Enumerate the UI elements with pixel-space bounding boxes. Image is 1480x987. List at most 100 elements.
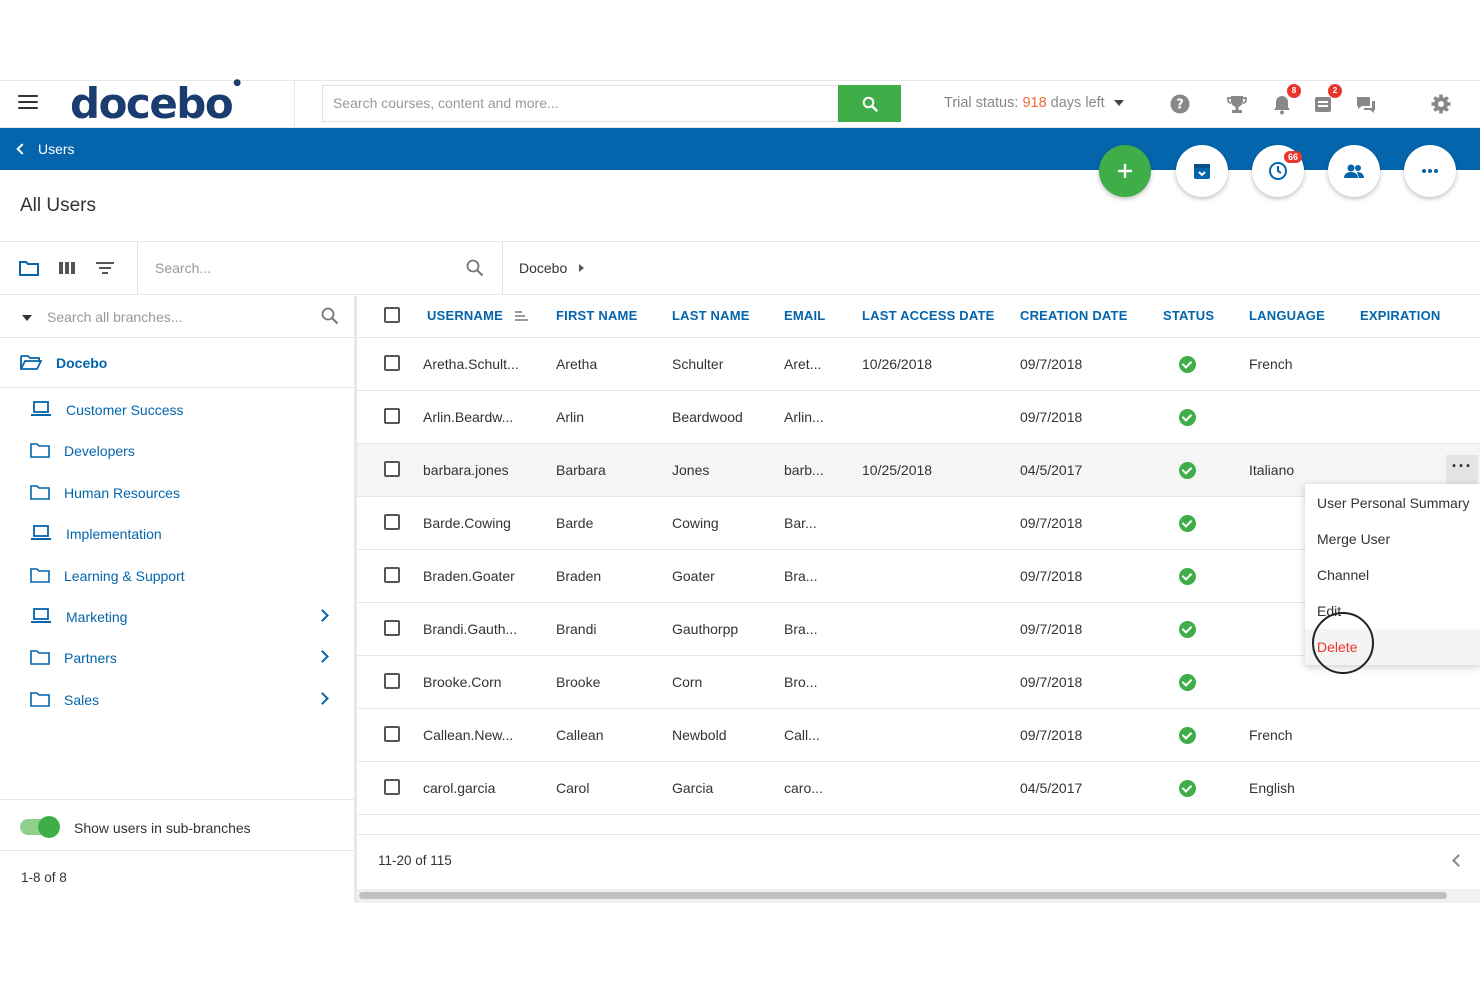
branch-search-input[interactable]: Search all branches...	[47, 309, 182, 325]
help-icon[interactable]: ?	[1169, 93, 1191, 115]
gear-icon[interactable]	[1430, 93, 1452, 115]
chat-icon[interactable]	[1355, 93, 1377, 115]
row-actions-button[interactable]: ···	[1446, 455, 1478, 485]
row-checkbox[interactable]	[384, 779, 400, 795]
cell-username[interactable]: Barde.Cowing	[423, 515, 511, 531]
menu-icon[interactable]	[18, 95, 38, 111]
row-checkbox[interactable]	[384, 673, 400, 689]
horizontal-scrollbar[interactable]	[357, 889, 1480, 903]
table-row[interactable]: Aretha.Schult... Aretha Schulter Aret...…	[357, 338, 1480, 391]
branch-item-label: Human Resources	[64, 485, 180, 501]
column-header-last-name[interactable]: LAST NAME	[672, 308, 750, 323]
row-checkbox[interactable]	[384, 567, 400, 583]
filter-icon[interactable]	[95, 259, 115, 277]
row-checkbox[interactable]	[384, 461, 400, 477]
cell-username[interactable]: Aretha.Schult...	[423, 356, 519, 372]
branch-item-learning-support[interactable]: Learning & Support	[0, 556, 354, 596]
column-header-first-name[interactable]: FIRST NAME	[556, 308, 637, 323]
trophy-icon[interactable]	[1226, 93, 1248, 115]
chevron-left-icon[interactable]	[1452, 854, 1465, 867]
trial-status-dropdown[interactable]: Trial status: 918 days left	[944, 95, 1124, 111]
column-header-email[interactable]: EMAIL	[784, 308, 825, 323]
cell-creation-date: 09/7/2018	[1020, 409, 1083, 425]
breadcrumb[interactable]: Docebo	[519, 260, 585, 276]
cell-username[interactable]: Arlin.Beardw...	[423, 409, 513, 425]
column-header-username[interactable]: USERNAME	[427, 308, 529, 323]
column-header-status[interactable]: STATUS	[1163, 308, 1214, 323]
row-checkbox[interactable]	[384, 355, 400, 371]
chevron-right-icon[interactable]	[316, 692, 329, 705]
subbranch-toggle[interactable]	[20, 816, 60, 838]
cell-email: Bar...	[784, 515, 817, 531]
branch-item-sales[interactable]: Sales	[0, 680, 354, 720]
cell-username[interactable]: Brooke.Corn	[423, 674, 502, 690]
cell-creation-date: 04/5/2017	[1020, 780, 1083, 796]
chevron-left-icon	[16, 143, 28, 155]
add-user-button[interactable]	[1099, 145, 1151, 197]
notification-badge: 8	[1287, 84, 1301, 98]
cell-username[interactable]: Brandi.Gauth...	[423, 621, 517, 637]
branch-item-human-resources[interactable]: Human Resources	[0, 473, 354, 513]
branch-item-partners[interactable]: Partners	[0, 638, 354, 678]
groups-button[interactable]	[1328, 145, 1380, 197]
cell-language: Italiano	[1249, 462, 1295, 478]
global-search-input[interactable]: Search courses, content and more...	[322, 85, 838, 122]
cell-first-name: Brooke	[556, 674, 601, 690]
folder-view-icon[interactable]	[19, 259, 39, 277]
global-search-button[interactable]	[838, 85, 901, 122]
branch-item-developers[interactable]: Developers	[0, 431, 354, 471]
bell-icon[interactable]: 8	[1271, 84, 1301, 115]
branch-count: 1-8 of 8	[21, 870, 67, 885]
search-icon[interactable]	[466, 259, 484, 282]
cell-first-name: Braden	[556, 568, 602, 584]
branch-item-label: Implementation	[66, 526, 162, 542]
scrollbar-thumb[interactable]	[359, 892, 1447, 899]
back-link-users[interactable]: Users	[16, 141, 75, 157]
user-search-input[interactable]: Search...	[155, 260, 211, 276]
cell-language: French	[1249, 356, 1293, 372]
cell-username[interactable]: Callean.New...	[423, 727, 513, 743]
table-row[interactable]: Arlin.Beardw... Arlin Beardwood Arlin...…	[357, 391, 1480, 444]
cell-last-name: Newbold	[672, 727, 727, 743]
cell-creation-date: 09/7/2018	[1020, 621, 1083, 637]
column-header-creation-date[interactable]: CREATION DATE	[1020, 308, 1128, 323]
column-header-last-access[interactable]: LAST ACCESS DATE	[862, 308, 994, 323]
columns-icon[interactable]	[58, 259, 78, 277]
branch-item-customer-success[interactable]: Customer Success	[0, 390, 354, 430]
collapse-caret-icon[interactable]	[22, 315, 32, 321]
row-checkbox[interactable]	[384, 408, 400, 424]
cell-last-name: Goater	[672, 568, 715, 584]
cell-last-name: Jones	[672, 462, 710, 478]
cell-username[interactable]: barbara.jones	[423, 462, 509, 478]
more-actions-button[interactable]	[1404, 145, 1456, 197]
select-all-checkbox[interactable]	[384, 307, 400, 323]
menu-item-delete[interactable]: Delete	[1305, 629, 1480, 665]
status-active-icon	[1179, 409, 1196, 426]
menu-item-user-personal-summary[interactable]: User Personal Summary	[1305, 485, 1480, 521]
search-icon[interactable]	[321, 307, 339, 330]
menu-item-merge-user[interactable]: Merge User	[1305, 521, 1480, 557]
branch-item-marketing[interactable]: Marketing	[0, 597, 354, 637]
branch-item-implementation[interactable]: Implementation	[0, 514, 354, 554]
news-icon[interactable]: 2	[1312, 84, 1342, 115]
row-checkbox[interactable]	[384, 620, 400, 636]
chevron-right-icon[interactable]	[316, 609, 329, 622]
branch-root[interactable]: Docebo	[0, 338, 354, 388]
pagination-count: 11-20 of 115	[378, 853, 452, 868]
docebo-logo[interactable]: docebo●	[70, 78, 241, 128]
cell-username[interactable]: Braden.Goater	[423, 568, 515, 584]
back-link-label: Users	[38, 141, 75, 157]
menu-item-edit[interactable]: Edit	[1305, 593, 1480, 629]
cell-username[interactable]: carol.garcia	[423, 780, 495, 796]
import-button[interactable]	[1176, 145, 1228, 197]
row-checkbox[interactable]	[384, 514, 400, 530]
column-header-language[interactable]: LANGUAGE	[1249, 308, 1325, 323]
row-checkbox[interactable]	[384, 726, 400, 742]
table-row[interactable]: Callean.New... Callean Newbold Call... 0…	[357, 709, 1480, 762]
cell-creation-date: 04/5/2017	[1020, 462, 1083, 478]
history-button[interactable]: 66	[1252, 145, 1304, 197]
chevron-right-icon[interactable]	[316, 650, 329, 663]
column-header-expiration[interactable]: EXPIRATION	[1360, 308, 1441, 323]
menu-item-channel[interactable]: Channel	[1305, 557, 1480, 593]
table-row[interactable]: carol.garcia Carol Garcia caro... 04/5/2…	[357, 762, 1480, 815]
